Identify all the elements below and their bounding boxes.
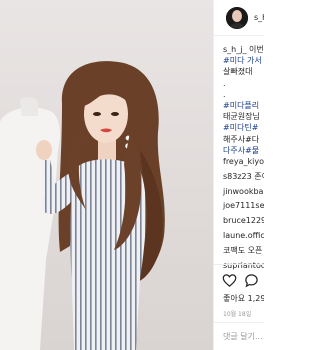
comment-item[interactable]: s83z23 존이 <box>223 170 264 185</box>
caption-line: 해주사#다 <box>223 134 260 144</box>
comment-divider <box>214 322 264 323</box>
comment-list: freya_kiyo s83z23 존이 jinwookba joe7111se… <box>223 155 264 273</box>
comment-item[interactable]: laune.offic <box>223 229 264 244</box>
post-photo[interactable] <box>0 0 213 350</box>
likes-count[interactable]: 좋아요 1,29 <box>223 293 264 304</box>
comment-item[interactable]: supriantod <box>223 259 264 274</box>
caption-hashtag[interactable]: #미다 가서 <box>223 55 264 66</box>
caption-hashtag[interactable]: #미다틴# <box>223 122 264 133</box>
caption-line: 살빠졌대 <box>223 67 253 77</box>
heart-icon[interactable] <box>222 273 237 288</box>
add-comment-input[interactable]: 댓글 달기... <box>223 331 263 342</box>
comment-icon[interactable] <box>244 273 259 288</box>
caption-hashtag[interactable]: #미다플리 <box>223 100 264 111</box>
header-divider <box>214 35 264 36</box>
comment-item[interactable]: bruce1229 <box>223 214 264 229</box>
caption-line: . <box>223 89 226 99</box>
header-username[interactable]: s_h <box>254 13 264 22</box>
comment-item[interactable]: joe7111sev <box>223 199 264 214</box>
caption-line: . <box>223 78 226 88</box>
caption-line: 태균원장님 <box>223 112 260 122</box>
post-date: 10월 18일 <box>223 311 252 318</box>
user-avatar[interactable] <box>226 7 248 29</box>
avatar-image <box>226 7 248 29</box>
actions-divider <box>214 264 264 265</box>
comment-item[interactable]: freya_kiyo <box>223 155 264 170</box>
comment-item[interactable]: 코팩도 오픈 <box>223 244 264 259</box>
caption: s_h_j_ 이번 #미다 가서 살빠졌대 . . #미다플리 태균원장님 #미… <box>223 44 264 156</box>
photo-illustration <box>0 0 213 350</box>
caption-line: s_h_j_ 이번 <box>223 45 264 54</box>
post-side-panel: s_h s_h_j_ 이번 #미다 가서 살빠졌대 . . #미다플리 태균원장… <box>213 0 264 350</box>
comment-item[interactable]: jinwookba <box>223 185 264 200</box>
